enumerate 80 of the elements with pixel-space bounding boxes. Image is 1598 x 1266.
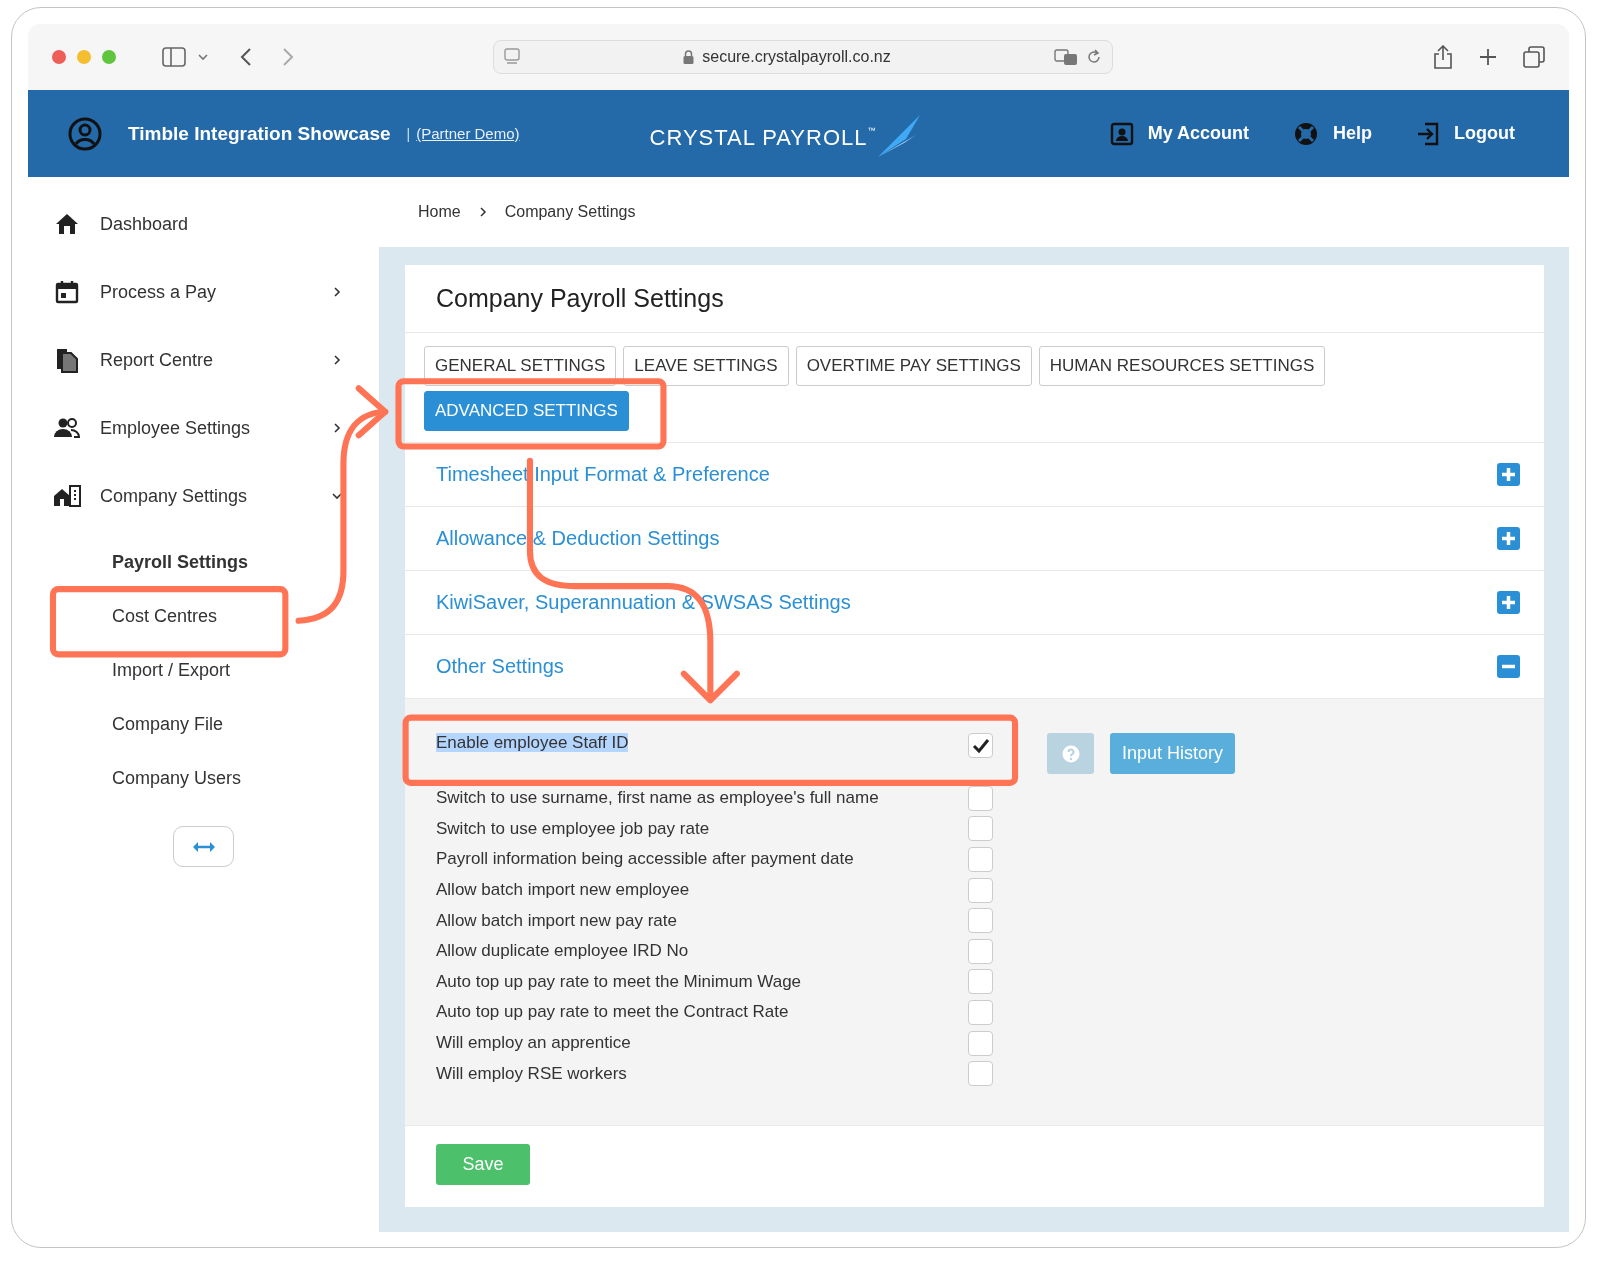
partner-demo-link[interactable]: (Partner Demo)	[416, 125, 520, 142]
setting-label: Enable employee Staff ID	[436, 733, 630, 753]
sidebar-toggle-icon[interactable]	[162, 47, 186, 67]
checkbox[interactable]	[968, 908, 993, 934]
sidebar-subitem[interactable]: Payroll Settings	[112, 544, 339, 580]
checkbox[interactable]	[968, 938, 993, 964]
card-title: Company Payroll Settings	[436, 284, 724, 313]
reload-icon[interactable]	[1086, 49, 1102, 65]
settings-tab[interactable]: OVERTIME PAY SETTINGS	[795, 346, 1032, 386]
checkbox[interactable]	[968, 847, 993, 872]
calendar-icon	[53, 280, 81, 304]
lock-icon	[683, 50, 695, 64]
collapse-icon[interactable]	[1497, 655, 1520, 678]
logo-text: CRYSTAL PAYROLL	[649, 124, 868, 152]
help-link[interactable]: Help	[1293, 120, 1372, 147]
user-icon[interactable]	[68, 116, 102, 151]
expand-icon[interactable]	[1497, 527, 1520, 550]
checkbox[interactable]	[968, 999, 993, 1025]
setting-label: Will employ RSE workers	[436, 1063, 628, 1084]
checkbox[interactable]	[968, 969, 993, 995]
section-title[interactable]: Timesheet Input Format & Preference	[436, 463, 770, 486]
account-card-icon	[1109, 121, 1134, 146]
plus-icon[interactable]	[1479, 48, 1497, 66]
checkbox[interactable]	[968, 1061, 993, 1087]
sidebar-item[interactable]: Process a Pay	[28, 272, 379, 312]
logout-icon	[1416, 121, 1440, 146]
expand-icon[interactable]	[1497, 463, 1520, 486]
chevron-down-icon[interactable]	[198, 53, 208, 61]
checkbox[interactable]	[968, 785, 993, 811]
setting-label: Switch to use employee job pay rate	[436, 818, 711, 839]
tabs-icon[interactable]	[1523, 46, 1545, 68]
setting-label: Allow batch import new pay rate	[436, 910, 678, 931]
setting-label: Allow duplicate employee IRD No	[436, 941, 690, 962]
lifebuoy-icon	[1293, 120, 1319, 147]
checkbox[interactable]	[968, 816, 993, 842]
separator-text: |	[406, 125, 411, 142]
setting-label: Auto top up pay rate to meet the Contract Rate	[436, 1002, 790, 1023]
sidebar-subitem[interactable]: Cost Centres	[112, 598, 339, 634]
section-title[interactable]: Other Settings	[436, 655, 564, 678]
share-icon[interactable]	[1433, 45, 1453, 69]
translate-icon[interactable]	[1054, 48, 1078, 66]
setting-label: Switch to use surname, first name as employee's full name	[436, 788, 880, 809]
question-icon	[1061, 744, 1080, 763]
building-icon	[53, 485, 81, 507]
settings-tab[interactable]: ADVANCED SETTINGS	[424, 391, 629, 431]
address-bar[interactable]: secure.crystalpayroll.co.nz	[493, 40, 1113, 74]
breadcrumb-link[interactable]: Home	[418, 203, 461, 221]
checkbox[interactable]	[968, 877, 993, 903]
setting-label: Auto top up pay rate to meet the Minimum Wage	[436, 971, 803, 992]
trademark-mark: ™	[867, 125, 876, 137]
url-text: secure.crystalpayroll.co.nz	[702, 48, 891, 66]
logout-link[interactable]: Logout	[1416, 120, 1515, 147]
double-arrow-icon	[192, 841, 215, 852]
back-icon[interactable]	[240, 47, 252, 67]
sidebar-item[interactable]: Employee Settings	[28, 408, 379, 448]
settings-tab[interactable]: LEAVE SETTINGS	[623, 346, 789, 386]
section-title[interactable]: Allowance & Deduction Settings	[436, 527, 720, 550]
company-name: Timble Integration Showcase	[128, 122, 391, 145]
page-icon	[504, 48, 520, 66]
sidebar-item[interactable]: Company Settings	[28, 476, 379, 516]
setting-label: Payroll information being accessible after payment date	[436, 849, 855, 870]
people-icon	[53, 418, 81, 438]
maximize-window-icon[interactable]	[102, 50, 116, 64]
collapse-sidebar-button[interactable]	[173, 826, 234, 867]
my-account-link[interactable]: My Account	[1109, 120, 1249, 147]
checkbox[interactable]	[968, 1030, 993, 1056]
sidebar-subitem[interactable]: Company Users	[112, 760, 339, 796]
sidebar-item[interactable]: Dashboard	[28, 204, 379, 244]
setting-label: Allow batch import new employee	[436, 880, 691, 901]
expand-icon[interactable]	[1497, 591, 1520, 614]
sidebar-subitem[interactable]: Company File	[112, 706, 339, 742]
setting-label: Will employ an apprentice	[436, 1033, 632, 1054]
sidebar-subitem[interactable]: Import / Export	[112, 652, 339, 688]
close-window-icon[interactable]	[52, 50, 66, 64]
breadcrumb-current: Company Settings	[504, 203, 636, 221]
sidebar-item[interactable]: Report Centre	[28, 340, 379, 380]
forward-icon[interactable]	[282, 47, 294, 67]
checkbox[interactable]	[968, 733, 993, 758]
breadcrumb-chevron-icon	[478, 206, 487, 218]
settings-tab[interactable]: HUMAN RESOURCES SETTINGS	[1038, 346, 1326, 386]
